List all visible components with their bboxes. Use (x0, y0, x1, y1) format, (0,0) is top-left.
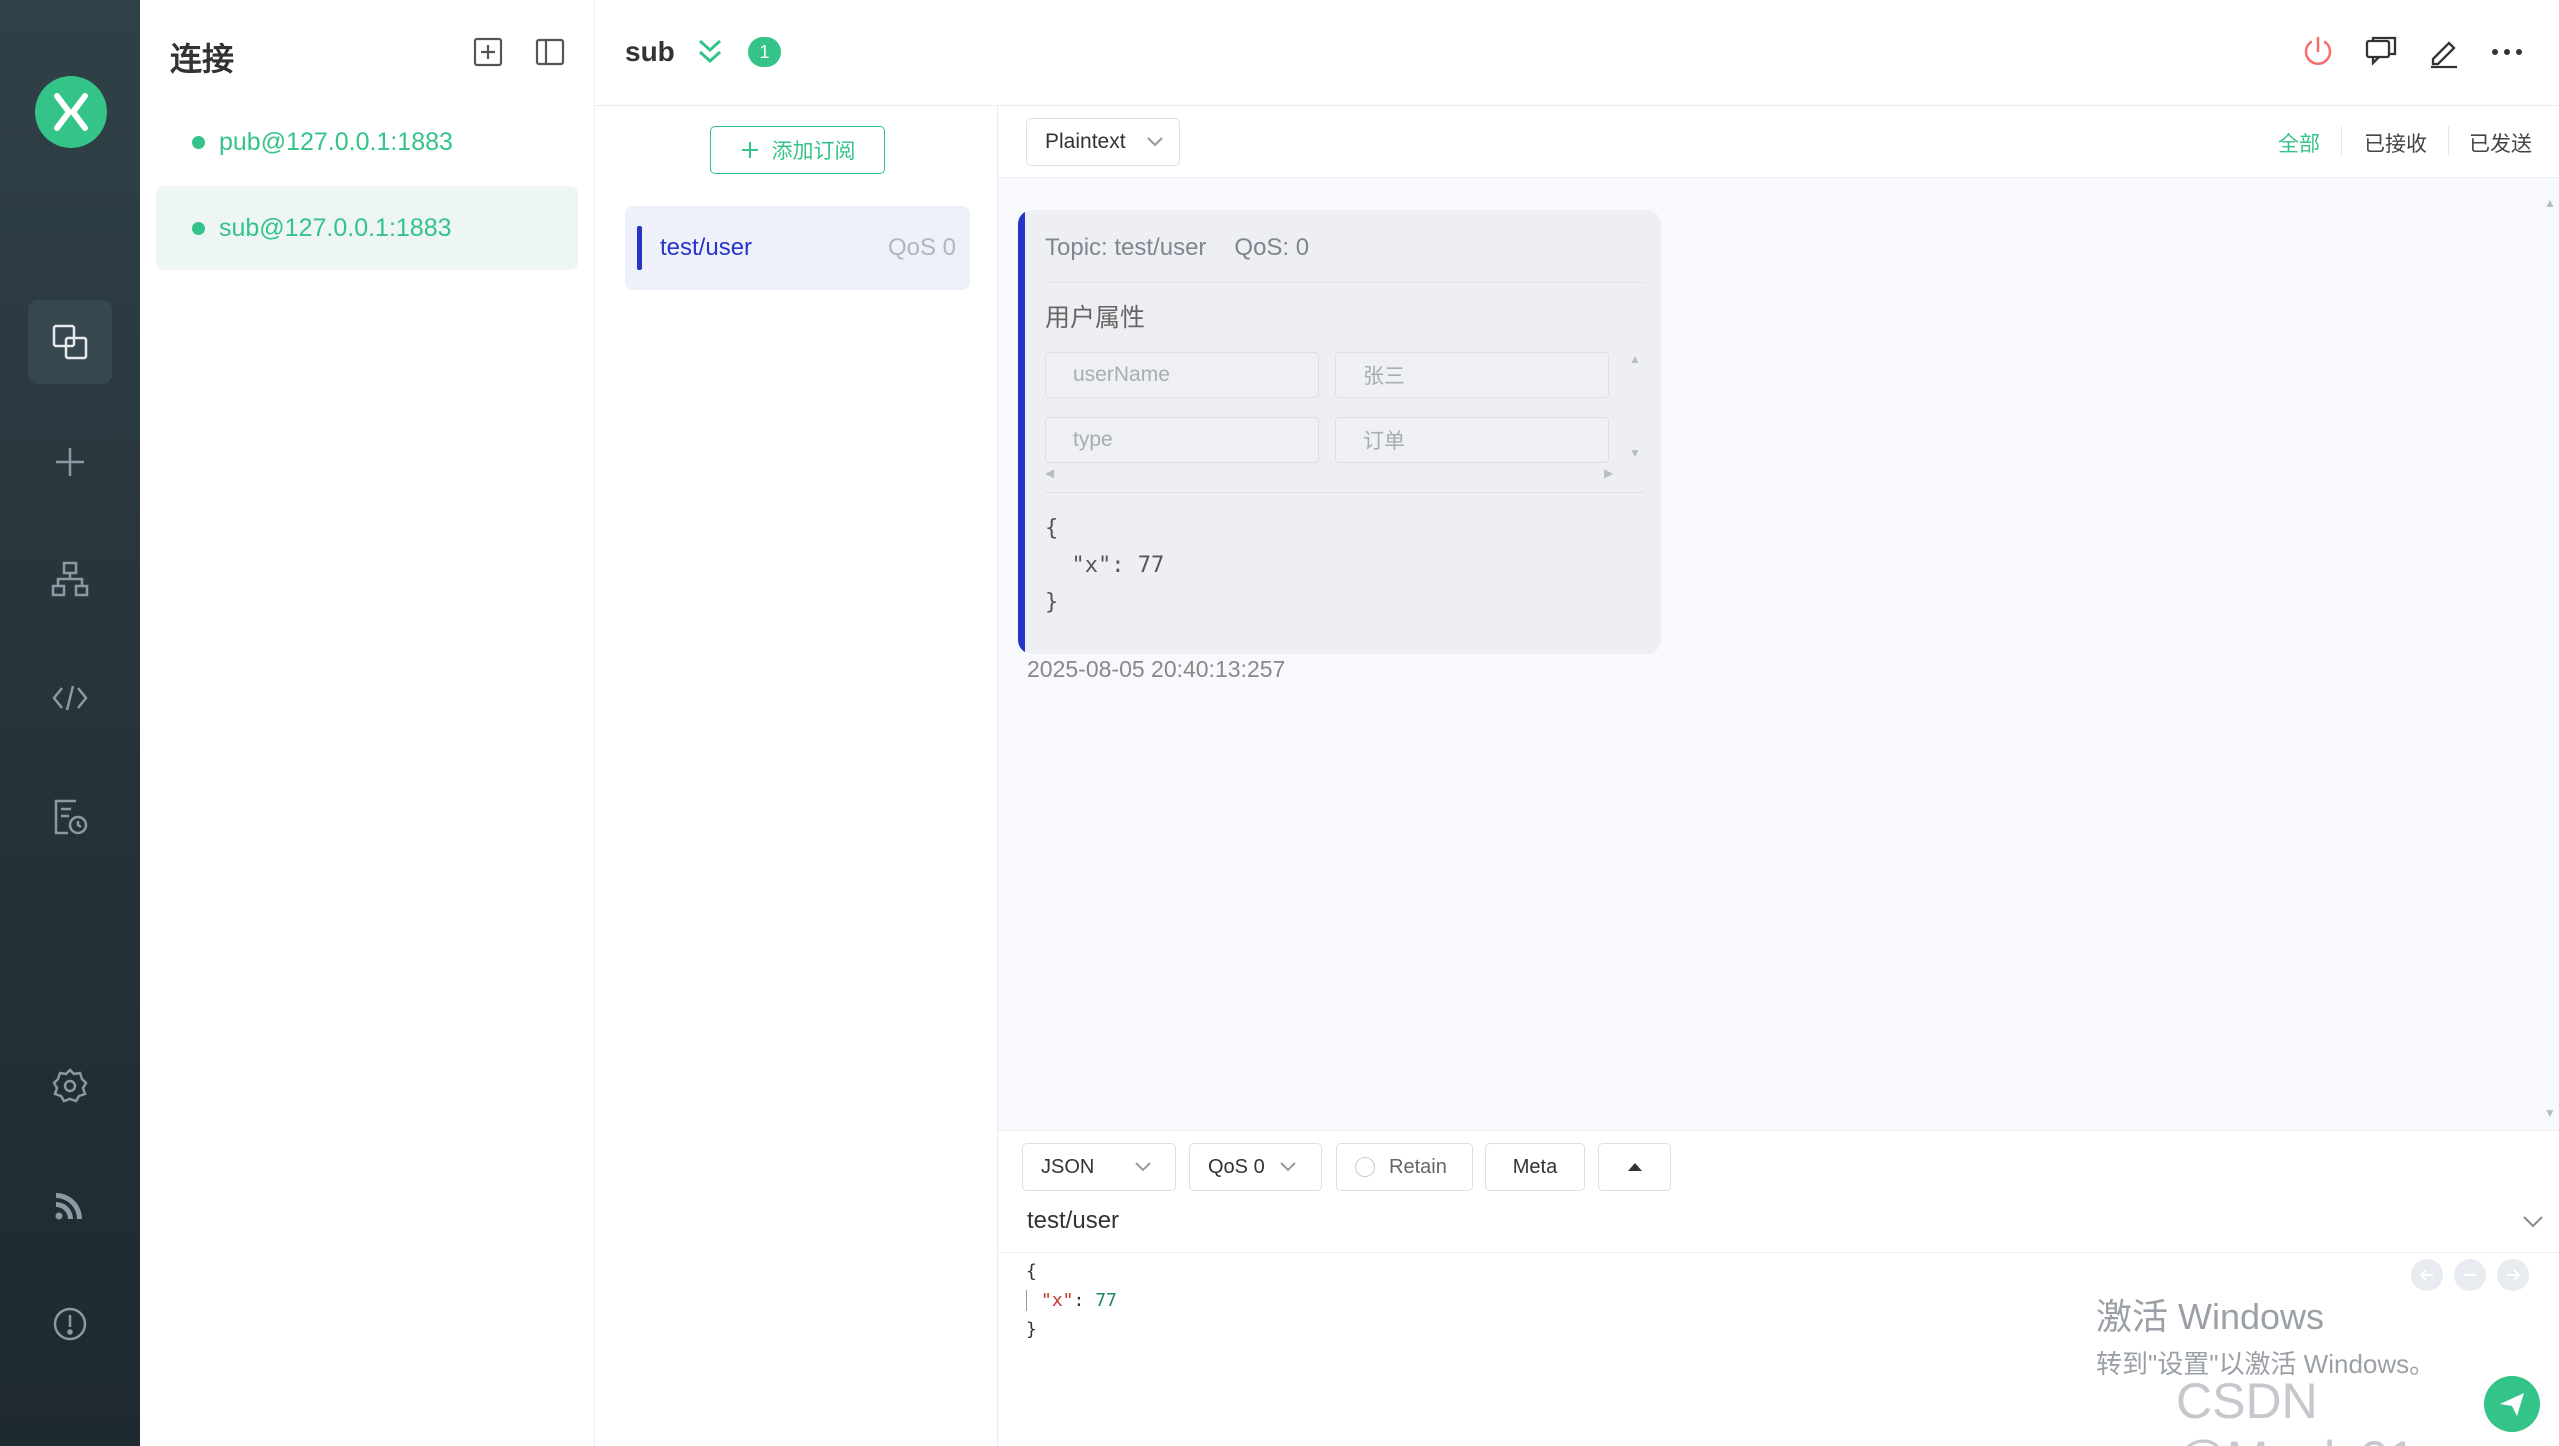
retain-label: Retain (1389, 1155, 1447, 1178)
props-scroll-up-icon[interactable]: ▲ (1629, 352, 1641, 366)
connection-status-dot (192, 135, 205, 149)
user-properties-title: 用户属性 (1045, 304, 1146, 332)
history-prev-icon[interactable] (2411, 1259, 2443, 1291)
connection-label: sub@127.0.0.1:1883 (219, 213, 452, 242)
filter-sent-tab[interactable]: 已发送 (2469, 128, 2532, 158)
payload-key: "x" (1041, 1290, 1074, 1311)
connection-label: pub@127.0.0.1:1883 (219, 127, 453, 156)
message-count-badge: 1 (748, 37, 781, 67)
message-timestamp: 2025-08-05 20:40:13:257 (1027, 656, 1286, 682)
filter-divider (2341, 126, 2342, 156)
add-subscription-button[interactable]: 添加订阅 (710, 126, 885, 174)
chevron-down-icon (1135, 1162, 1152, 1172)
disconnect-icon[interactable] (2298, 32, 2338, 72)
settings-icon[interactable] (28, 1044, 112, 1128)
filter-all-tab[interactable]: 全部 (2278, 128, 2320, 158)
subscription-qos: QoS 0 (887, 234, 956, 261)
payload-colon: : (1073, 1290, 1096, 1311)
message-bubble[interactable]: Topic: test/user QoS: 0 用户属性 userName 张三… (1018, 210, 1661, 654)
connection-name: sub (625, 36, 675, 67)
connection-status-dot (192, 221, 205, 235)
chevron-down-icon (1146, 137, 1163, 147)
property-value: 张三 (1335, 352, 1609, 398)
props-scroll-left-icon[interactable]: ◀ (1045, 466, 1054, 480)
subscribe-feed-icon[interactable] (28, 1163, 112, 1247)
filter-received-tab[interactable]: 已接收 (2364, 128, 2427, 158)
payload-value: 77 (1095, 1290, 1117, 1311)
plus-icon (741, 142, 758, 158)
publish-format-value: JSON (1041, 1155, 1095, 1178)
message-topic: Topic: test/user (1045, 234, 1207, 261)
publish-topic-input[interactable]: test/user (1027, 1207, 1119, 1235)
connection-header: sub 1 (595, 0, 2559, 106)
property-key: userName (1045, 352, 1319, 398)
list-scroll-up-icon[interactable]: ▲ (2544, 196, 2556, 210)
message-meta: Topic: test/user QoS: 0 (1045, 234, 1309, 262)
send-button[interactable] (2484, 1376, 2540, 1432)
subscription-color-bar (637, 226, 642, 270)
more-options-icon[interactable] (2487, 32, 2527, 72)
retain-radio-icon (1355, 1157, 1375, 1177)
filter-divider (2448, 126, 2449, 156)
windows-watermark-line1: 激活 Windows (2096, 1296, 2325, 1337)
new-window-chat-icon[interactable] (2361, 32, 2401, 72)
subscription-topic: test/user (660, 234, 753, 261)
subscriptions-panel: 添加订阅 test/user QoS 0 (595, 106, 998, 1446)
props-scroll-right-icon[interactable]: ▶ (1604, 466, 1613, 480)
about-icon[interactable] (28, 1282, 112, 1366)
message-payload: { "x": 77 } (1045, 516, 1165, 615)
message-toolbar: Plaintext 全部 已接收 已发送 (998, 106, 2559, 178)
payload-brace-open: { (1026, 1261, 1037, 1282)
connection-item-active[interactable]: sub@127.0.0.1:1883 (156, 186, 578, 270)
list-scroll-down-icon[interactable]: ▼ (2544, 1106, 2556, 1120)
edit-icon[interactable] (2424, 32, 2464, 72)
caret-up-icon (1627, 1163, 1642, 1171)
meta-button[interactable]: Meta (1485, 1143, 1585, 1191)
publish-payload-editor[interactable]: { "x": 77 } (1026, 1257, 1117, 1344)
new-connection-icon[interactable] (28, 420, 112, 504)
windows-activation-watermark: 激活 Windows 转到"设置"以激活 Windows。 (2096, 1288, 2435, 1381)
connection-item[interactable]: pub@127.0.0.1:1883 (156, 100, 578, 184)
retain-checkbox[interactable]: Retain (1336, 1143, 1473, 1191)
history-next-icon[interactable] (2497, 1259, 2529, 1291)
history-clear-icon[interactable] (2454, 1259, 2486, 1291)
payload-format-select[interactable]: Plaintext (1026, 118, 1180, 166)
send-icon (2500, 1393, 2524, 1416)
add-subscription-label: 添加订阅 (771, 140, 856, 163)
topic-history-chevron-icon[interactable] (2522, 1215, 2544, 1229)
publish-divider (998, 1252, 2559, 1253)
message-divider (1045, 492, 1645, 493)
collapse-panel-icon[interactable] (532, 34, 568, 70)
script-icon[interactable] (28, 656, 112, 740)
payload-format-value: Plaintext (1045, 130, 1126, 153)
subscription-item[interactable]: test/user QoS 0 (625, 206, 970, 290)
connections-panel: 连接 pub@127.0.0.1:1883 sub@127.0.0.1:1883 (140, 0, 595, 1446)
app-logo-icon (35, 76, 107, 148)
message-qos: QoS: 0 (1234, 234, 1310, 261)
publish-format-select[interactable]: JSON (1022, 1143, 1176, 1191)
new-window-icon[interactable] (470, 34, 506, 70)
property-key: type (1045, 417, 1319, 463)
publish-qos-value: QoS 0 (1208, 1155, 1265, 1178)
props-scroll-down-icon[interactable]: ▼ (1629, 446, 1641, 460)
message-list: Plaintext 全部 已接收 已发送 Topic: test/user Qo… (998, 106, 2559, 1130)
topology-icon[interactable] (28, 537, 112, 621)
log-icon[interactable] (28, 775, 112, 859)
expand-chevron-icon[interactable] (695, 36, 725, 73)
app-sidebar (0, 0, 140, 1446)
payload-line: "x": 77 (1026, 1290, 1117, 1311)
collapse-publish-button[interactable] (1598, 1143, 1671, 1191)
connections-icon[interactable] (28, 300, 112, 384)
publish-qos-select[interactable]: QoS 0 (1189, 1143, 1322, 1191)
connections-title: 连接 (170, 41, 235, 77)
chevron-down-icon (1279, 1162, 1296, 1172)
message-topic-color-bar (1018, 210, 1025, 654)
payload-brace-close: } (1026, 1319, 1037, 1340)
message-divider (1045, 282, 1645, 283)
property-value: 订单 (1335, 417, 1609, 463)
